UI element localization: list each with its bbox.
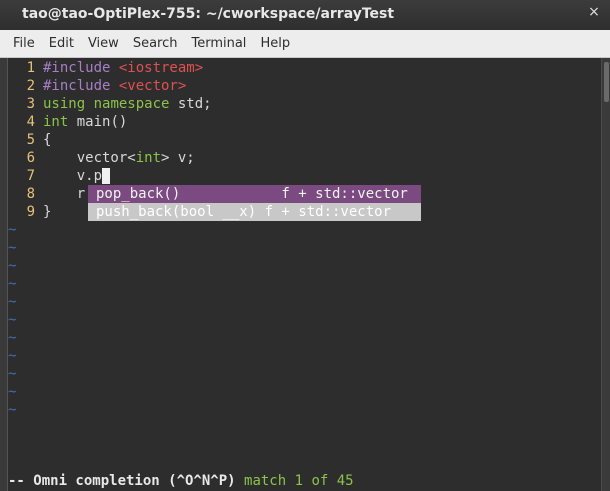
- tilde-marker: ~: [8, 258, 17, 274]
- code-line[interactable]: 1 #include <iostream>: [8, 59, 212, 77]
- code-token: std;: [169, 96, 212, 112]
- code-token: r: [43, 186, 86, 202]
- tilde-marker: ~: [8, 222, 17, 238]
- completion-item[interactable]: push_back(bool __x) f + std::vector: [88, 203, 421, 221]
- terminal-area[interactable]: 1 #include <iostream> 2 #include <vector> 3 u…: [0, 58, 610, 491]
- code-token: #include: [43, 60, 119, 76]
- line-number: 4: [26, 114, 35, 130]
- empty-line-marker: ~: [8, 329, 212, 347]
- tilde-marker: ~: [8, 402, 17, 418]
- code-token: }: [43, 204, 52, 220]
- tilde-marker: ~: [8, 348, 17, 364]
- tilde-marker: ~: [8, 384, 17, 400]
- completion-popup[interactable]: pop_back() f + std::vector push_back(bool…: [88, 185, 421, 221]
- empty-line-marker: ~: [8, 257, 212, 275]
- code-token: int: [135, 150, 162, 166]
- code-token: main(): [68, 114, 128, 130]
- empty-line-marker: ~: [8, 347, 212, 365]
- menu-edit[interactable]: Edit: [42, 36, 81, 51]
- code-token: v.p: [43, 168, 103, 184]
- editor-buffer[interactable]: 1 #include <iostream> 2 #include <vector> 3 u…: [8, 59, 212, 419]
- menu-file[interactable]: File: [6, 36, 42, 51]
- window-titlebar[interactable]: tao@tao-OptiPlex-755: ~/cworkspace/array…: [0, 0, 610, 30]
- tilde-marker: ~: [8, 366, 17, 382]
- status-match: match 1 of 45: [244, 473, 354, 489]
- empty-line-marker: ~: [8, 221, 212, 239]
- code-token: vector<: [43, 150, 136, 166]
- code-line[interactable]: 3 using namespace std;: [8, 95, 212, 113]
- menu-bar: File Edit View Search Terminal Help: [0, 30, 610, 58]
- status-line: -- Omni completion (^O^N^P) match 1 of 4…: [8, 473, 354, 489]
- tilde-marker: ~: [8, 330, 17, 346]
- line-number: 9: [26, 204, 35, 220]
- line-number: 8: [26, 186, 35, 202]
- line-number: 3: [26, 96, 35, 112]
- code-token: <vector>: [118, 78, 187, 94]
- menu-view[interactable]: View: [81, 36, 126, 51]
- empty-line-marker: ~: [8, 383, 212, 401]
- tilde-marker: ~: [8, 276, 17, 292]
- status-mode: -- Omni completion (^O^N^P): [8, 473, 245, 489]
- code-token: > v;: [161, 150, 195, 166]
- code-line[interactable]: 2 #include <vector>: [8, 77, 212, 95]
- code-token: #include: [43, 78, 119, 94]
- line-number: 5: [26, 132, 35, 148]
- scrollbar[interactable]: [601, 58, 610, 491]
- code-line[interactable]: 6 vector<int> v;: [8, 149, 212, 167]
- text-cursor: [102, 168, 111, 184]
- code-token: {: [43, 132, 52, 148]
- tilde-marker: ~: [8, 294, 17, 310]
- window-title: tao@tao-OptiPlex-755: ~/cworkspace/array…: [22, 6, 395, 22]
- empty-line-marker: ~: [8, 365, 212, 383]
- close-icon[interactable]: ×: [586, 4, 602, 20]
- empty-line-marker: ~: [8, 311, 212, 329]
- code-token: namespace: [93, 96, 170, 112]
- code-line[interactable]: 7 v.p: [8, 167, 212, 185]
- code-token: <iostream>: [118, 60, 204, 76]
- code-line[interactable]: 4 int main(): [8, 113, 212, 131]
- tilde-marker: ~: [8, 240, 17, 256]
- line-number: 7: [26, 168, 35, 184]
- tilde-marker: ~: [8, 312, 17, 328]
- code-token: int: [43, 114, 69, 130]
- line-number: 1: [26, 60, 35, 76]
- menu-search[interactable]: Search: [126, 36, 185, 51]
- code-token: using: [43, 96, 86, 112]
- code-line[interactable]: 5{: [8, 131, 212, 149]
- menu-terminal[interactable]: Terminal: [184, 36, 253, 51]
- left-edge-strip: [0, 58, 8, 491]
- menu-help[interactable]: Help: [253, 36, 297, 51]
- empty-line-marker: ~: [8, 293, 212, 311]
- empty-line-marker: ~: [8, 401, 212, 419]
- empty-line-marker: ~: [8, 239, 212, 257]
- completion-item[interactable]: pop_back() f + std::vector: [88, 185, 421, 203]
- line-number: 6: [26, 150, 35, 166]
- scrollbar-thumb[interactable]: [604, 62, 609, 102]
- line-number: 2: [26, 78, 35, 94]
- empty-line-marker: ~: [8, 275, 212, 293]
